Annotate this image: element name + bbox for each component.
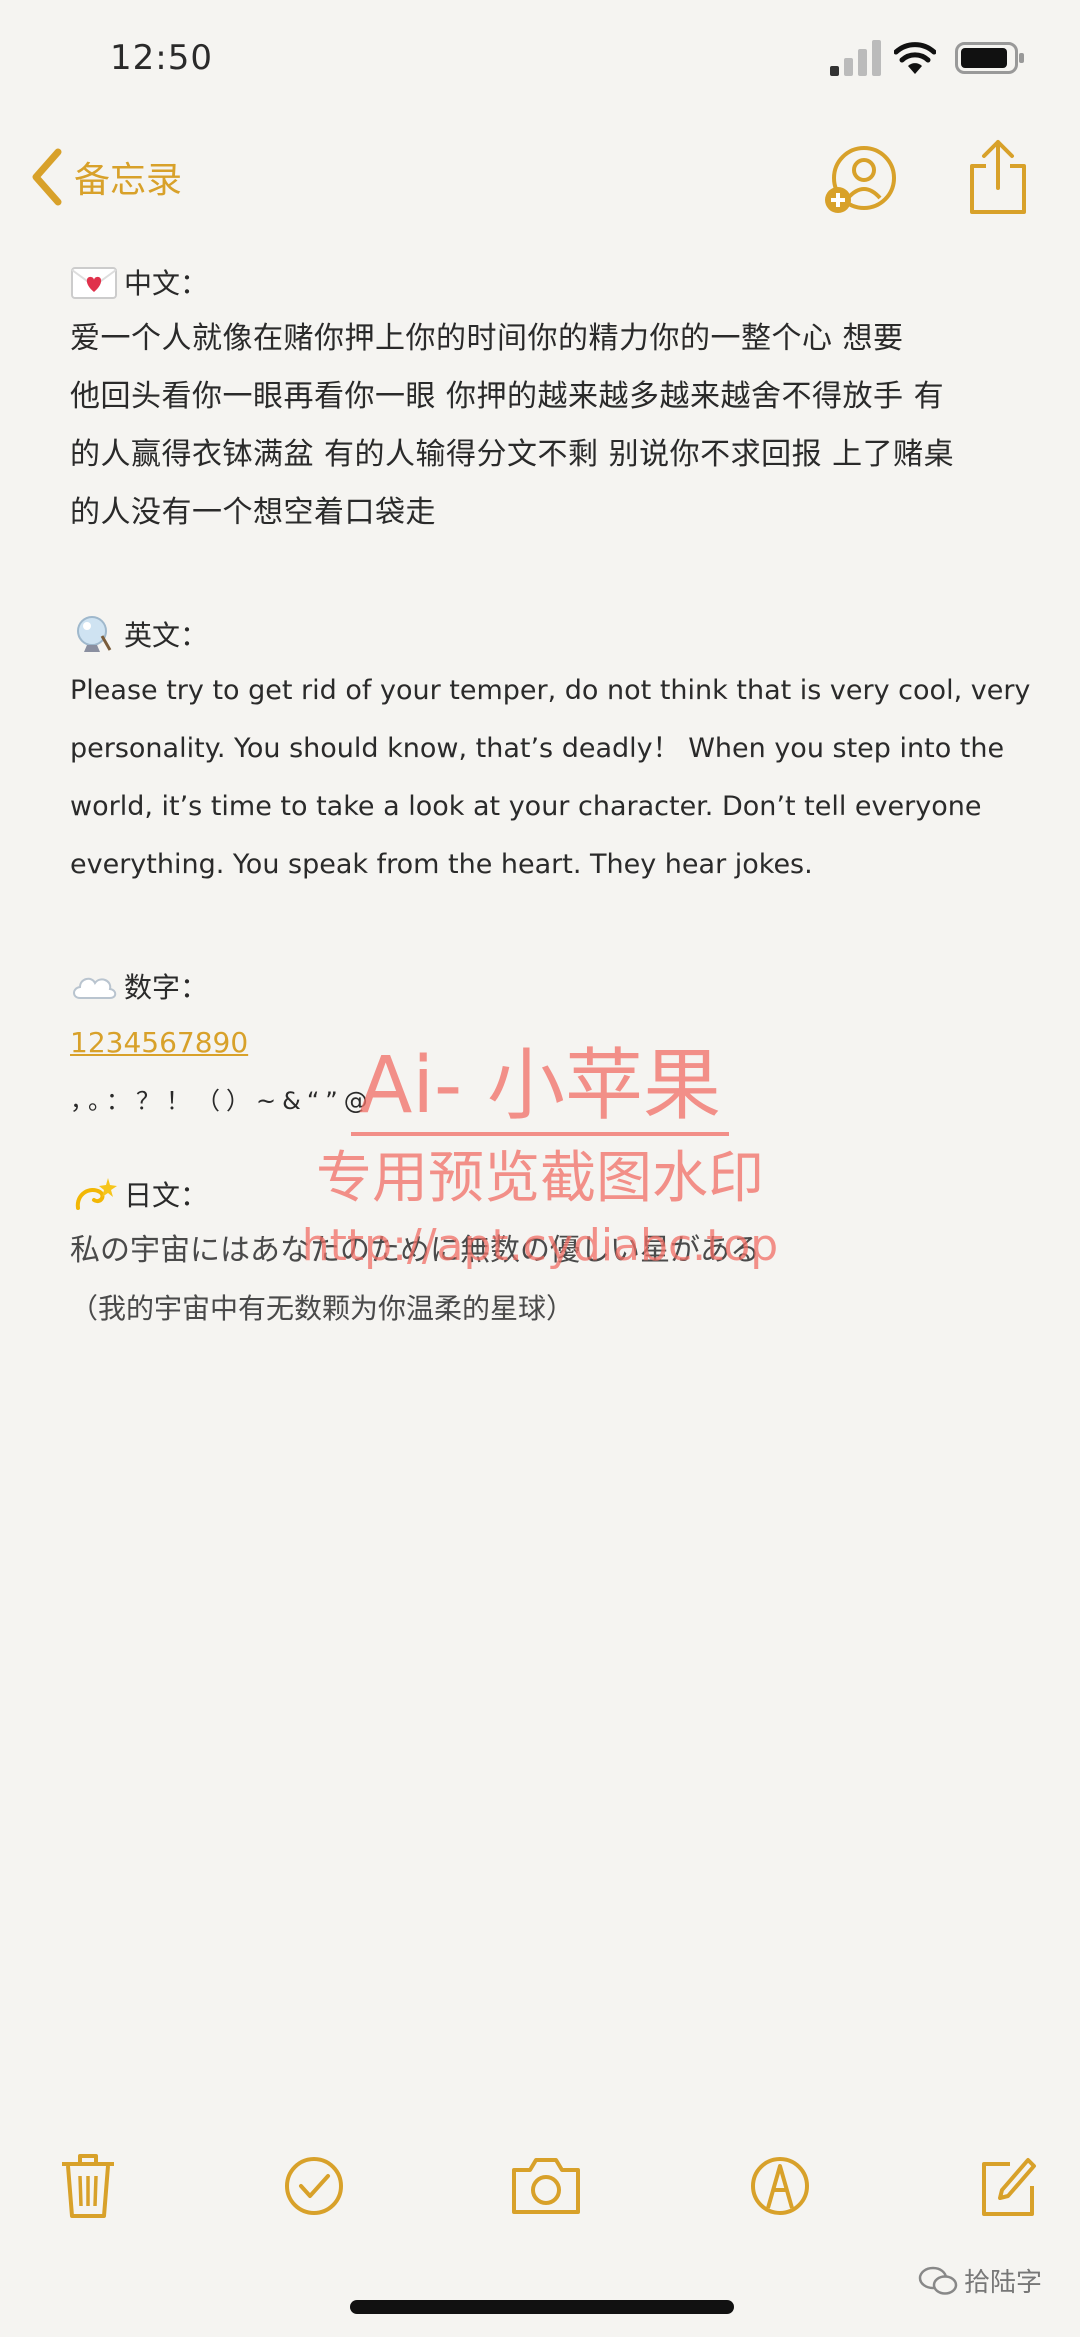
numbers-link[interactable]: 1234567890 — [70, 1014, 248, 1072]
chinese-line: 的人没有一个想空着口袋走 — [70, 495, 436, 530]
battery-icon — [955, 42, 1024, 74]
japanese-heading-text: 日文： — [124, 1179, 209, 1212]
love-letter-icon — [71, 267, 117, 299]
nav-bar: 备忘录 — [0, 130, 1080, 230]
numbers-heading-text: 数字： — [124, 971, 209, 1004]
add-person-icon[interactable] — [820, 140, 900, 220]
english-line: personality. You should know, that’s dea… — [70, 733, 1005, 764]
note-body[interactable]: 中文： 爱一个人就像在赌你押上你的时间你的精力你的一整个心 想要 他回头看你一眼… — [70, 248, 1031, 1338]
chinese-line: 他回头看你一眼再看你一眼 你押的越来越多越来越舍不得放手 有 — [70, 379, 945, 414]
trash-icon[interactable] — [56, 2150, 120, 2220]
wifi-icon — [894, 42, 936, 74]
chinese-heading: 中文： — [70, 254, 1015, 310]
camera-icon[interactable] — [510, 2150, 582, 2220]
chinese-line: 的人赢得衣钵满盆 有的人输得分文不剩 别说你不求回报 上了赌桌 — [70, 437, 955, 472]
dizzy-icon — [75, 1178, 117, 1210]
wechat-icon — [918, 2266, 958, 2295]
back-button[interactable]: 备忘录 — [30, 142, 182, 212]
cellular-signal-icon — [830, 40, 881, 76]
share-icon[interactable] — [966, 138, 1030, 216]
cloud-icon — [73, 977, 117, 999]
checklist-icon[interactable] — [282, 2150, 346, 2220]
chinese-line: 爱一个人就像在赌你押上你的时间你的精力你的一整个心 想要 — [70, 321, 904, 356]
back-button-label: 备忘录 — [74, 160, 183, 201]
chevron-left-icon — [32, 148, 62, 206]
status-bar: 12:50 — [0, 0, 1080, 120]
english-line: world, it’s time to take a look at your … — [70, 791, 982, 822]
status-time: 12:50 — [110, 38, 213, 78]
bottom-toolbar — [0, 2150, 1080, 2230]
english-heading: 英文： — [70, 606, 1015, 662]
japanese-translation: （我的宇宙中有无数颗为你温柔的星球） — [70, 1292, 575, 1325]
wechat-account-name: 拾陆字 — [964, 2268, 1043, 2298]
chinese-heading-text: 中文： — [124, 267, 209, 300]
japanese-heading: 日文： — [70, 1166, 1015, 1222]
english-heading-text: 英文： — [124, 619, 209, 652]
markup-icon[interactable] — [748, 2150, 812, 2220]
punctuation-line: ，。：？！（）~&“”@ — [70, 1087, 374, 1115]
crystal-ball-icon — [77, 616, 112, 652]
numbers-heading: 数字： — [70, 958, 1015, 1014]
compose-icon[interactable] — [976, 2150, 1040, 2220]
english-line: everything. You speak from the heart. Th… — [70, 849, 813, 880]
wechat-account-tag: 拾陆字 — [918, 2262, 1042, 2299]
english-line: Please try to get rid of your temper, do… — [70, 675, 1031, 706]
home-indicator[interactable] — [350, 2300, 734, 2314]
japanese-line: 私の宇宙にはあなたのために無数の優しい星がある — [70, 1233, 760, 1268]
